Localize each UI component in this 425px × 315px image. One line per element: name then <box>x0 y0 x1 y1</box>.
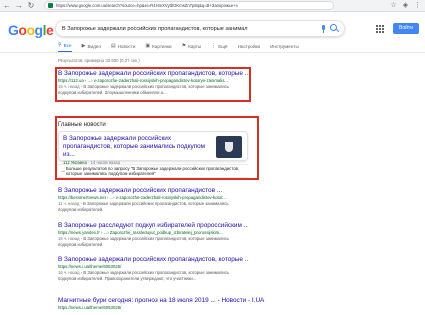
apps-grid-icon[interactable] <box>376 25 384 33</box>
address-url: https://www.google.com.ua/search?source=… <box>56 3 238 8</box>
tab-label: Картинки <box>152 43 172 49</box>
result-snippet: 16 ч. назад - В Запорожье задержали росс… <box>58 270 229 281</box>
tabs-divider <box>0 52 425 53</box>
search-result: В Запорожье расследуют подкуп избирателе… <box>58 222 248 247</box>
google-logo[interactable]: Google <box>8 22 54 38</box>
logo-letter: g <box>34 22 44 38</box>
tab-label: Видео <box>87 43 101 49</box>
logo-letter: G <box>8 22 19 38</box>
search-result: Магнитные бури сегодня: прогноз на 18 ию… <box>58 297 298 311</box>
more-news-link[interactable]: → Больше результатов по запросу "В Запор… <box>58 164 248 178</box>
microphone-icon[interactable] <box>320 24 326 33</box>
result-title-link[interactable]: Магнитные бури сегодня: прогноз на 18 ию… <box>58 297 298 305</box>
search-input[interactable]: В Запорожье задержали российских пропага… <box>62 26 320 32</box>
result-title-link[interactable]: В Запорожье задержали российских пропага… <box>58 256 248 264</box>
more-icon: ⋮ <box>211 43 217 49</box>
star-icon[interactable]: ☆ <box>390 2 397 9</box>
logo-letter: o <box>18 22 27 38</box>
result-snippet: 11 ч. назад - В Запорожье задержали росс… <box>58 201 229 212</box>
logo-letter: e <box>45 22 54 38</box>
news-icon: ▤ <box>110 43 116 49</box>
search-icon: ⚲ <box>58 42 62 48</box>
search-icon[interactable] <box>330 24 339 33</box>
lock-icon <box>48 3 53 8</box>
top-news-header: Главные новости <box>58 122 106 128</box>
map-icon: ⚑ <box>181 43 187 49</box>
search-box[interactable]: В Запорожье задержали российских пропага… <box>55 20 345 37</box>
forward-icon[interactable]: → <box>14 1 24 11</box>
browser-toolbar: ← → ↻ https://www.google.com.ua/search?s… <box>0 0 425 12</box>
result-snippet: 16 ч. назад - В Запорожье задержали росс… <box>58 236 229 247</box>
tab-label: Настройки <box>237 43 261 49</box>
search-result: В Запорожье задержали российских пропага… <box>58 187 248 212</box>
result-title-link[interactable]: В Запорожье расследуют подкуп избирателе… <box>58 222 248 230</box>
result-snippet: 15 ч. назад - В Запорожье задержали росс… <box>58 84 229 95</box>
signin-button[interactable]: Войти <box>393 23 419 34</box>
result-title-link[interactable]: В Запорожье задержали российских пропага… <box>58 70 248 78</box>
extension-icon[interactable]: ◈ <box>402 2 409 9</box>
search-result: В Запорожье задержали российских пропага… <box>58 70 248 95</box>
tab-label: Новости <box>117 43 136 49</box>
tab-label: Инструменты <box>270 43 299 49</box>
search-result: В Запорожье задержали российских пропага… <box>58 256 248 281</box>
result-url[interactable]: https://news.i.ua/theme/6053026/ <box>58 305 298 311</box>
news-thumbnail[interactable] <box>216 136 242 158</box>
image-icon: ▣ <box>145 43 151 49</box>
reload-icon[interactable]: ↻ <box>26 1 36 11</box>
video-icon: ▶ <box>81 43 86 49</box>
news-title-link[interactable]: В Запорожье задержали российских пропага… <box>63 135 208 159</box>
results-stats: Результатов: примерно 33 600 (0,37 сек.) <box>58 58 140 63</box>
more-news-text: Больше результатов по запросу "В Запорож… <box>66 166 240 176</box>
back-icon[interactable]: ← <box>2 1 12 11</box>
result-title-link[interactable]: В Запорожье задержали российских пропага… <box>58 187 248 195</box>
menu-icon[interactable]: ⋮ <box>414 2 421 9</box>
tab-label: Карты <box>188 43 202 49</box>
tab-label: Ещё <box>218 43 228 49</box>
news-card[interactable]: В Запорожье задержали российских пропага… <box>58 131 248 165</box>
logo-letter: o <box>26 22 35 38</box>
address-bar[interactable]: https://www.google.com.ua/search?source=… <box>44 1 334 10</box>
tab-label: Все <box>63 42 72 48</box>
